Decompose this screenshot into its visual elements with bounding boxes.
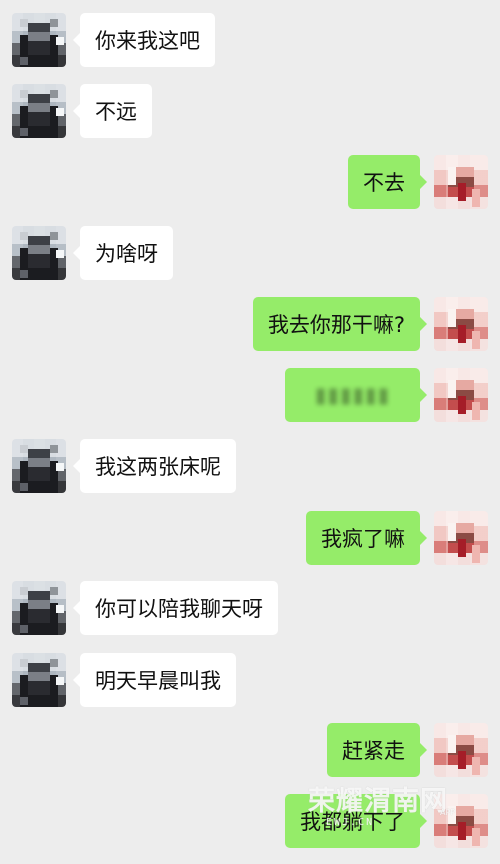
male-avatar-icon[interactable] (12, 226, 66, 280)
message-row-incoming: 你可以陪我聊天呀 (0, 581, 500, 635)
male-avatar-icon[interactable] (12, 13, 66, 67)
incoming-message-bubble[interactable]: 为啥呀 (73, 226, 173, 280)
message-row-outgoing: 我都躺下了 (0, 794, 500, 848)
female-avatar-icon[interactable] (434, 155, 488, 209)
male-avatar-icon[interactable] (12, 439, 66, 493)
incoming-message-bubble[interactable]: 明天早晨叫我 (73, 653, 236, 707)
male-avatar-icon[interactable] (12, 84, 66, 138)
incoming-message-bubble[interactable]: 不远 (73, 84, 152, 138)
outgoing-message-bubble[interactable]: 我疯了嘛 (306, 511, 427, 565)
outgoing-message-bubble[interactable]: 不去 (348, 155, 427, 209)
chat-conversation: 你来我这吧 不远 不去 为啥呀 我去你那干嘛? ▮▮▮▮▮▮ 我这两张床呢 我疯… (0, 0, 500, 864)
message-row-outgoing: ▮▮▮▮▮▮ (0, 368, 500, 422)
pixelated-message-text: ▮▮▮▮▮▮ (314, 383, 391, 407)
incoming-message-bubble[interactable]: 你可以陪我聊天呀 (73, 581, 278, 635)
female-avatar-icon[interactable] (434, 297, 488, 351)
message-row-outgoing: 我疯了嘛 (0, 511, 500, 565)
female-avatar-icon[interactable] (434, 794, 488, 848)
incoming-message-bubble[interactable]: 我这两张床呢 (73, 439, 236, 493)
female-avatar-icon[interactable] (434, 723, 488, 777)
male-avatar-icon[interactable] (12, 581, 66, 635)
male-avatar-icon[interactable] (12, 653, 66, 707)
female-avatar-icon[interactable] (434, 368, 488, 422)
message-row-incoming: 我这两张床呢 (0, 439, 500, 493)
outgoing-message-bubble[interactable]: 我都躺下了 (285, 794, 427, 848)
message-row-incoming: 明天早晨叫我 (0, 653, 500, 707)
outgoing-message-bubble[interactable]: 我去你那干嘛? (252, 297, 428, 351)
message-row-incoming: 为啥呀 (0, 226, 500, 280)
message-row-incoming: 不远 (0, 84, 500, 138)
message-row-outgoing: 不去 (0, 155, 500, 209)
female-avatar-icon[interactable] (434, 511, 488, 565)
outgoing-message-bubble[interactable]: 赶紧走 (327, 723, 427, 777)
message-row-outgoing: 赶紧走 (0, 723, 500, 777)
outgoing-message-bubble[interactable]: ▮▮▮▮▮▮ (285, 368, 427, 422)
message-row-outgoing: 我去你那干嘛? (0, 297, 500, 351)
incoming-message-bubble[interactable]: 你来我这吧 (73, 13, 215, 67)
message-row-incoming: 你来我这吧 (0, 13, 500, 67)
